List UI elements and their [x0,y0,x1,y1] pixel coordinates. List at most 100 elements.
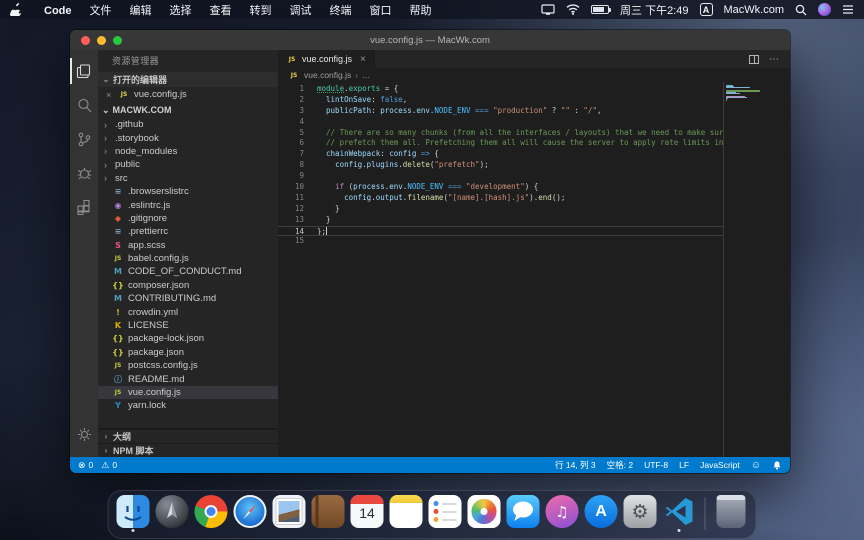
dock-calendar[interactable]: 14 [351,495,384,532]
tree-item-node-modules[interactable]: ›node_modules [98,145,278,158]
activity-explorer-icon[interactable] [70,54,98,88]
code-editor[interactable]: 1module.exports = {2 lintOnSave: false,3… [278,82,790,457]
dock-launchpad[interactable] [156,495,189,532]
tree-item-license[interactable]: KLICENSE [98,319,278,332]
activity-search-icon[interactable] [70,88,98,122]
open-editor-item[interactable]: × JS vue.config.js [98,87,278,102]
activity-extensions-icon[interactable] [70,190,98,224]
tree-item--eslintrc-js[interactable]: ◉.eslintrc.js [98,198,278,211]
tree-item-code-of-conduct-md[interactable]: MCODE_OF_CONDUCT.md [98,265,278,278]
window-title-bar[interactable]: vue.config.js — MacWk.com [70,30,790,50]
dock-itunes[interactable]: ♫ [546,495,579,532]
status-item-2[interactable]: UTF-8 [644,460,668,470]
dock-trash[interactable] [715,495,748,532]
menu-item-2[interactable]: 编辑 [121,5,161,17]
wifi-icon[interactable] [566,4,580,15]
tree-item-babel-config-js[interactable]: JSbabel.config.js [98,252,278,265]
menu-item-5[interactable]: 转到 [241,5,281,17]
macos-menu-bar: Code文件编辑选择查看转到调试终端窗口帮助 周三 下午2:49 A MacWk… [0,0,864,19]
tree-item-package-json[interactable]: {}package.json [98,346,278,359]
js-file-icon: JS [118,91,130,98]
tree-item-crowdin-yml[interactable]: !crowdin.yml [98,305,278,318]
vscode-window: vue.config.js — MacWk.com 资源管理器 ⌄ 打开的编辑器… [70,30,790,473]
activity-source-control-icon[interactable] [70,122,98,156]
dock-reminders[interactable] [429,495,462,532]
menu-item-app[interactable]: Code [35,5,81,17]
menu-item-6[interactable]: 调试 [281,5,321,17]
tree-item-composer-json[interactable]: {}composer.json [98,279,278,292]
battery-icon[interactable] [591,5,609,14]
menu-item-1[interactable]: 文件 [81,5,121,17]
dock-finder[interactable] [117,495,150,532]
tree-item-readme-md[interactable]: ⓘREADME.md [98,372,278,385]
menu-item-7[interactable]: 终端 [321,5,361,17]
dock-messages[interactable] [507,495,540,532]
tree-item-src[interactable]: ›src [98,172,278,185]
apple-menu-icon[interactable] [10,3,21,16]
tree-item-label: .browserslistrc [128,186,189,197]
zoom-window-button[interactable] [113,36,122,45]
spacer [483,529,486,532]
dock-contacts[interactable] [312,495,345,532]
minimap[interactable] [723,82,790,457]
dock-notes[interactable] [390,495,423,532]
dock-chrome[interactable] [195,495,228,532]
tree-item-package-lock-json[interactable]: {}package-lock.json [98,332,278,345]
tree-item-postcss-config-js[interactable]: JSpostcss.config.js [98,359,278,372]
menu-bar-clock[interactable]: 周三 下午2:49 [620,2,688,18]
display-icon[interactable] [541,4,555,15]
status-item-4[interactable]: JavaScript [700,460,740,470]
breadcrumb-file[interactable]: vue.config.js [304,70,351,80]
notification-center-icon[interactable] [842,4,854,15]
dock-mail[interactable] [273,495,306,532]
more-actions-icon[interactable]: ⋯ [769,54,780,65]
breadcrumb[interactable]: JS vue.config.js › … [278,68,790,82]
split-editor-icon[interactable] [749,55,759,64]
menu-item-3[interactable]: 选择 [161,5,201,17]
menu-item-4[interactable]: 查看 [201,5,241,17]
status-errors[interactable]: ⊗0 [78,460,93,471]
dock-settings[interactable]: ⚙ [624,495,657,532]
menu-item-9[interactable]: 帮助 [401,5,441,17]
dock-photos[interactable] [468,495,501,532]
siri-icon[interactable] [818,3,831,16]
status-item-3[interactable]: LF [679,460,689,470]
tree-item--browserslistrc[interactable]: ≡.browserslistrc [98,185,278,198]
tree-item--storybook[interactable]: ›.storybook [98,131,278,144]
settings-gear-icon[interactable] [70,417,98,451]
menu-item-8[interactable]: 窗口 [361,5,401,17]
tree-item--github[interactable]: ›.github [98,118,278,131]
input-source-icon[interactable]: A [700,3,713,16]
tab-vue-config-js[interactable]: JS vue.config.js × [278,50,375,68]
code-line: 13 } [278,215,723,226]
tree-item--prettierrc[interactable]: ≡.prettierrc [98,225,278,238]
tree-item-vue-config-js[interactable]: JSvue.config.js [98,386,278,399]
close-tab-icon[interactable]: × [360,54,366,65]
activity-debug-icon[interactable] [70,156,98,190]
tree-item-public[interactable]: ›public [98,158,278,171]
npm-scripts-section[interactable]: › NPM 脚本 [98,443,278,457]
menu-bar-brand[interactable]: MacWk.com [724,4,785,16]
close-editor-icon[interactable]: × [106,90,114,100]
spotlight-search-icon[interactable] [795,4,807,16]
tree-item--gitignore[interactable]: ◆.gitignore [98,212,278,225]
minimize-window-button[interactable] [97,36,106,45]
dock-safari[interactable] [234,495,267,532]
dock-vscode[interactable] [663,495,696,532]
status-item-1[interactable]: 空格: 2 [607,459,633,471]
close-window-button[interactable] [81,36,90,45]
line-number: 10 [278,182,304,193]
tree-item-contributing-md[interactable]: MCONTRIBUTING.md [98,292,278,305]
notifications-bell-icon[interactable] [772,460,782,471]
tree-item-app-scss[interactable]: Sapp.scss [98,239,278,252]
status-item-0[interactable]: 行 14, 列 3 [555,459,596,471]
status-warnings[interactable]: ⚠0 [101,460,117,471]
open-editors-section[interactable]: ⌄ 打开的编辑器 [98,72,278,87]
dock-appstore[interactable]: A [585,495,618,532]
tree-item-label: .github [115,119,144,130]
tree-item-yarn-lock[interactable]: Yyarn.lock [98,399,278,412]
project-root-section[interactable]: ⌄ MACWK.COM [98,102,278,118]
breadcrumb-more[interactable]: … [362,70,371,80]
feedback-smiley-icon[interactable]: ☺ [751,460,761,471]
outline-section[interactable]: › 大纲 [98,429,278,443]
